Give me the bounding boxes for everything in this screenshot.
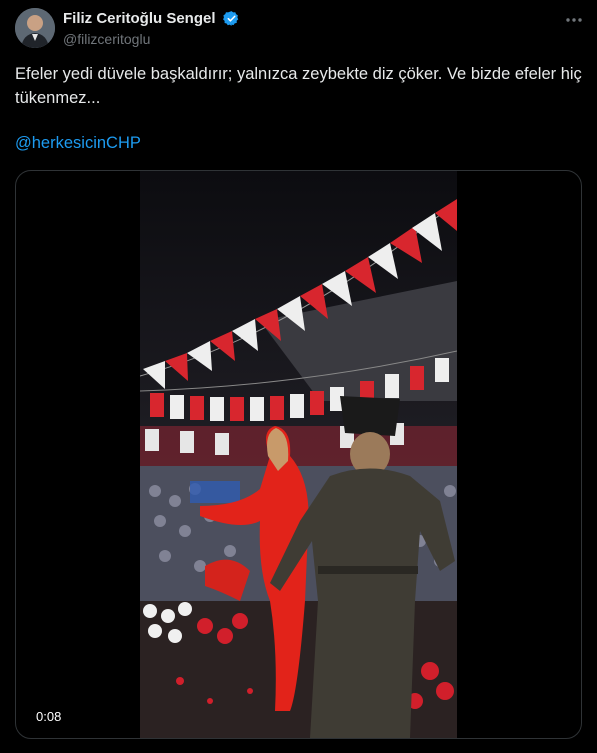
author-handle[interactable]: @filizceritoglu	[63, 31, 240, 47]
avatar-image	[15, 8, 55, 48]
more-options-icon[interactable]	[563, 10, 585, 32]
video-duration: 0:08	[30, 707, 68, 726]
verified-badge-icon	[223, 11, 239, 27]
hashtag-link[interactable]: @herkesicinCHP	[15, 134, 141, 153]
video-player[interactable]: 0:08	[15, 170, 582, 739]
video-frame[interactable]	[140, 171, 457, 738]
avatar[interactable]	[15, 8, 55, 48]
author-display-name[interactable]: Filiz Ceritoğlu Sengel	[63, 10, 216, 27]
tweet-text: Efeler yedi düvele başkaldırır; yalnızca…	[15, 65, 582, 107]
tweet-header: Filiz Ceritoğlu Sengel @filizceritoglu	[15, 8, 585, 50]
